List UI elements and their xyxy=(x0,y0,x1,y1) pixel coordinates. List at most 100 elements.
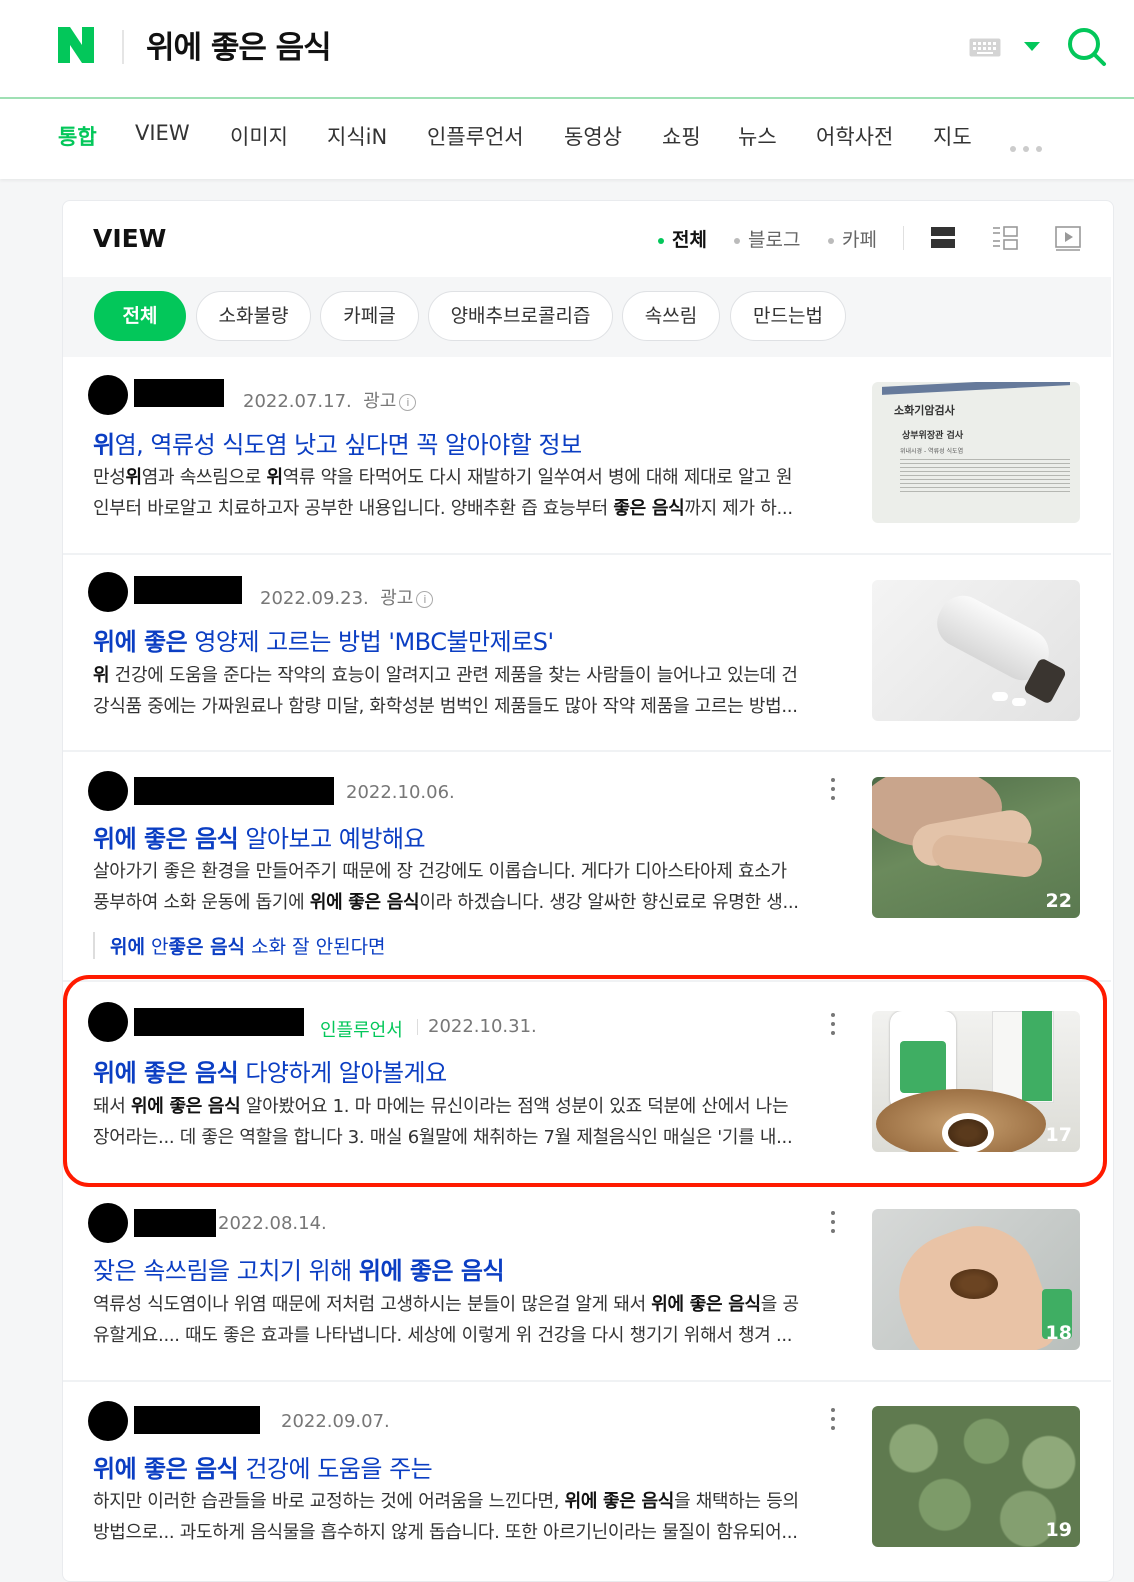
list-view-icon[interactable] xyxy=(929,224,957,252)
thumb-text: 소화기암검사 xyxy=(894,404,955,417)
post-date: 2022.08.14. xyxy=(218,1213,327,1234)
filter-cafe[interactable]: 카페 xyxy=(828,225,877,252)
avatar[interactable] xyxy=(88,1203,128,1243)
caret-down-icon[interactable] xyxy=(1024,42,1040,51)
search-tabs: 통합 VIEW 이미지 지식iN 인플루언서 동영상 쇼핑 뉴스 어학사전 지도 xyxy=(0,99,1134,179)
result-snippet[interactable]: 강식품 중에는 가짜원료나 함량 미달, 화학성분 범벅인 제품들도 많아 작약… xyxy=(93,691,838,722)
related-post-link[interactable]: 위에 안좋은 음식 소화 잘 안된다면 xyxy=(93,932,386,959)
more-options-icon[interactable] xyxy=(830,778,836,804)
avatar[interactable] xyxy=(88,1401,128,1441)
snippet-text: 풍부하여 소화 운동에 돕기에 xyxy=(93,892,310,913)
tab-news[interactable]: 뉴스 xyxy=(738,121,777,151)
post-date: 2022.07.17. xyxy=(243,391,352,412)
result-thumbnail[interactable] xyxy=(872,580,1080,721)
result-thumbnail[interactable]: 18 xyxy=(872,1209,1080,1350)
chip-all[interactable]: 전체 xyxy=(94,291,186,341)
snippet-text: 강식품 중에는 가짜원료나 함량 미달, 화학성분 범벅인 제품들도 많아 작약… xyxy=(93,696,798,717)
result-thumbnail[interactable]: 19 xyxy=(872,1406,1080,1547)
chip-cabbage-broccoli-juice[interactable]: 양배추브로콜리즙 xyxy=(428,291,613,341)
snippet-text: 만성 xyxy=(93,467,126,488)
result-snippet[interactable]: 인부터 바로알고 치료하고자 공부한 내용입니다. 양배추환 즙 효능부터 좋은… xyxy=(93,493,838,524)
thumb-pill xyxy=(1012,698,1026,706)
chip-heartburn[interactable]: 속쓰림 xyxy=(622,291,720,341)
result-snippet[interactable]: 방법으로... 과도하게 음식물을 흡수하지 않게 돕습니다. 또한 아르기닌이… xyxy=(93,1517,838,1548)
redacted-author-name xyxy=(134,1406,260,1434)
post-date: 2022.09.23. xyxy=(260,588,369,609)
highlighted-keyword: 위에 좋은 음식 xyxy=(651,1294,761,1315)
dot-icon xyxy=(734,237,740,244)
grid-view-icon[interactable] xyxy=(991,224,1019,252)
tab-video[interactable]: 동영상 xyxy=(564,121,622,151)
highlighted-keyword: 위에 xyxy=(110,936,145,958)
chip-how-to-make[interactable]: 만드는법 xyxy=(730,291,846,341)
snippet-text: 인부터 바로알고 치료하고자 공부한 내용입니다. 양배추환 즙 효능부터 xyxy=(93,498,614,519)
more-options-icon[interactable] xyxy=(830,1408,836,1434)
image-count-badge: 19 xyxy=(1045,1519,1072,1541)
result-thumbnail[interactable]: 소화기암검사 상부위장관 검사 위내시경 - 역류성 식도염 xyxy=(872,382,1080,523)
highlighted-keyword: 위에 좋은 음식 xyxy=(564,1491,675,1512)
dot-icon xyxy=(658,237,664,244)
tab-dictionary[interactable]: 어학사전 xyxy=(816,121,893,151)
post-date: 2022.10.06. xyxy=(346,782,455,803)
tab-map[interactable]: 지도 xyxy=(933,121,972,151)
result-snippet[interactable]: 풍부하여 소화 운동에 돕기에 위에 좋은 음식이라 하겠습니다. 생강 알싸한… xyxy=(93,887,838,918)
snippet-text: 건강에 도움을 준다는 작약의 효능이 알려지고 관련 제품을 찾는 사람들이 … xyxy=(109,665,798,686)
result-snippet[interactable]: 만성위염과 속쓰림으로 위역류 약을 타먹어도 다시 재발하기 일쑤여서 병에 … xyxy=(93,462,838,493)
avatar[interactable] xyxy=(88,771,128,811)
post-meta: 2022.09.23. 광고 i xyxy=(260,584,434,610)
chip-cafe-posts[interactable]: 카페글 xyxy=(320,291,419,341)
result-snippet[interactable]: 하지만 이러한 습관들을 바로 교정하는 것에 어려움을 느낀다면, 위에 좋은… xyxy=(93,1486,838,1517)
thumb-text: 상부위장관 검사 xyxy=(902,431,964,441)
tab-kin[interactable]: 지식iN xyxy=(327,121,387,151)
snippet-text: 까지 제가 하... xyxy=(684,498,793,519)
result-title[interactable]: 위에 좋은 음식 건강에 도움을 주는 xyxy=(93,1449,433,1484)
result-thumbnail[interactable]: 22 xyxy=(872,777,1080,918)
header-divider xyxy=(122,30,124,64)
keyboard-icon[interactable] xyxy=(969,38,1001,57)
result-snippet[interactable]: 살아가기 좋은 환경을 만들어주기 때문에 장 건강에도 이롭습니다. 게다가 … xyxy=(93,856,838,887)
result-title[interactable]: 위에 좋은 영양제 고르는 방법 'MBC불만제로S' xyxy=(93,622,554,657)
naver-logo[interactable] xyxy=(56,25,96,65)
redacted-author-name xyxy=(134,1209,216,1237)
filter-blog[interactable]: 블로그 xyxy=(734,225,800,252)
more-tabs-icon[interactable] xyxy=(1010,137,1049,156)
avatar[interactable] xyxy=(88,375,128,415)
search-query-input[interactable]: 위에 좋은 음식 xyxy=(146,22,332,67)
tab-all[interactable]: 통합 xyxy=(58,121,97,151)
highlighted-keyword: 위에 좋은 음식 xyxy=(93,1455,239,1483)
highlighted-keyword: 위에 좋은 음식 xyxy=(93,825,239,853)
highlighted-keyword: 위 xyxy=(93,665,110,686)
snippet-text: 소화 잘 안된다면 xyxy=(245,936,386,958)
result-title[interactable]: 위에 좋은 음식 알아보고 예방해요 xyxy=(93,819,426,854)
info-icon[interactable]: i xyxy=(399,394,417,411)
tab-influencer[interactable]: 인플루언서 xyxy=(427,121,524,151)
result-snippet[interactable]: 역류성 식도염이나 위염 때문에 저처럼 고생하시는 분들이 많은걸 알게 돼서… xyxy=(93,1289,838,1320)
filter-all[interactable]: 전체 xyxy=(658,225,707,252)
snippet-text: 하지만 이러한 습관들을 바로 교정하는 것에 어려움을 느낀다면, xyxy=(93,1491,565,1512)
thumb-header-strip xyxy=(882,382,1070,395)
video-view-icon[interactable] xyxy=(1054,224,1082,252)
highlighted-keyword: 좋은 음식 xyxy=(168,936,246,958)
thumb-seeds xyxy=(950,1269,998,1299)
result-snippet[interactable]: 유할게요.... 때도 좋은 효과를 나타냅니다. 세상에 이렇게 위 건강을 … xyxy=(93,1320,838,1351)
ad-label: 광고 xyxy=(363,391,397,412)
result-title[interactable]: 위염, 역류성 식도염 낫고 싶다면 꼭 알아야할 정보 xyxy=(93,425,582,460)
redacted-author-name xyxy=(134,379,224,407)
snippet-text: 역류 약을 타먹어도 다시 재발하기 일쑤여서 병에 대해 제대로 알고 원 xyxy=(282,467,793,488)
row-divider xyxy=(63,750,1111,752)
search-icon[interactable] xyxy=(1066,26,1108,68)
info-icon[interactable]: i xyxy=(416,591,434,608)
tab-view[interactable]: VIEW xyxy=(135,121,190,145)
chip-indigestion[interactable]: 소화불량 xyxy=(196,291,311,341)
tab-images[interactable]: 이미지 xyxy=(230,121,288,151)
result-snippet[interactable]: 위 건강에 도움을 준다는 작약의 효능이 알려지고 관련 제품을 찾는 사람들… xyxy=(93,660,838,691)
post-meta: 2022.07.17. 광고 i xyxy=(243,387,417,413)
view-section-title: VIEW xyxy=(93,224,167,253)
redacted-author-name xyxy=(134,576,242,604)
tab-shopping[interactable]: 쇼핑 xyxy=(662,121,701,151)
snippet-text: 안 xyxy=(144,936,169,958)
result-title[interactable]: 잦은 속쓰림을 고치기 위해 위에 좋은 음식 xyxy=(93,1251,505,1286)
more-options-icon[interactable] xyxy=(830,1211,836,1237)
row-divider xyxy=(63,1380,1111,1382)
avatar[interactable] xyxy=(88,572,128,612)
